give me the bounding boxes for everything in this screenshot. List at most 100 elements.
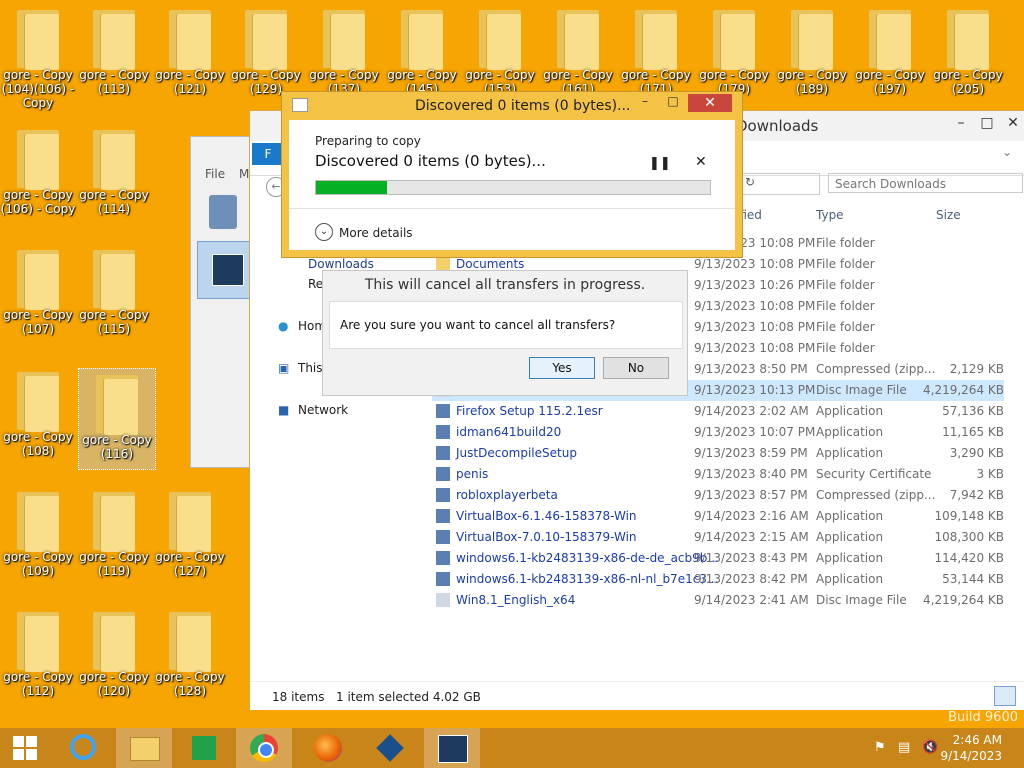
table-row[interactable]: VirtualBox-6.1.46-158378-Win 9/14/2023 2:…: [432, 506, 1004, 527]
flag-icon[interactable]: ⚑: [874, 740, 886, 755]
file-date: 9/13/2023 8:40 PM: [694, 467, 808, 481]
file-type: Application: [816, 404, 884, 418]
desktop-folder-icon[interactable]: gore - Copy (114): [76, 124, 152, 224]
table-row[interactable]: robloxplayerbeta 9/13/2023 8:57 PM Compres…: [432, 485, 1004, 506]
file-size: 4,219,264 KB: [923, 383, 1004, 397]
close-button[interactable]: ✕: [688, 94, 732, 112]
desktop-folder-icon[interactable]: gore - Copy (153): [462, 4, 538, 104]
desktop-folder-icon[interactable]: gore - Copy (197): [852, 4, 928, 104]
maximize-button[interactable]: □: [974, 115, 1000, 133]
desktop-folder-icon-selected[interactable]: gore - Copy (116): [78, 368, 156, 470]
folder-icon: [436, 257, 450, 271]
no-button[interactable]: No: [603, 357, 669, 379]
chevron-down-icon[interactable]: ⌄: [315, 223, 333, 241]
table-row[interactable]: Firefox Setup 115.2.1esr 9/14/2023 2:02 A…: [432, 401, 1004, 422]
column-type[interactable]: Type: [816, 208, 844, 222]
virtualbox-icon[interactable]: [362, 728, 418, 768]
desktop-folder-icon[interactable]: gore - Copy (104)(106) - Copy: [0, 4, 76, 110]
virtualbox-window[interactable]: File M: [190, 136, 253, 468]
nav-downloads[interactable]: Downloads: [308, 257, 374, 271]
nav-recent[interactable]: Re: [308, 277, 323, 291]
file-explorer-icon[interactable]: [116, 728, 172, 768]
desktop-folder-icon[interactable]: gore - Copy (109): [0, 486, 76, 586]
file-type: Application: [816, 425, 884, 439]
cancel-confirm-dialog[interactable]: This will cancel all transfers in progre…: [322, 270, 688, 396]
copy-dialog-titlebar[interactable]: Discovered 0 items (0 bytes)... – □ ✕: [282, 92, 742, 120]
maximize-button[interactable]: □: [662, 94, 684, 112]
tools-icon[interactable]: [209, 195, 237, 229]
confirm-title: This will cancel all transfers in progre…: [364, 277, 646, 293]
desktop-folder-icon[interactable]: gore - Copy (107): [0, 244, 76, 344]
cancel-icon[interactable]: ✕: [695, 154, 707, 170]
desktop-folder-icon[interactable]: gore - Copy (171): [618, 4, 694, 104]
close-button[interactable]: ✕: [1000, 115, 1024, 133]
minimize-button[interactable]: –: [948, 115, 974, 133]
file-size: 7,942 KB: [949, 488, 1004, 502]
table-row[interactable]: VirtualBox-7.0.10-158379-Win 9/14/2023 2:…: [432, 527, 1004, 548]
desktop-folder-icon[interactable]: gore - Copy (119): [76, 486, 152, 586]
vm-menu-m[interactable]: M: [239, 167, 249, 181]
file-tab[interactable]: F: [252, 143, 284, 165]
desktop-folder-icon[interactable]: gore - Copy (115): [76, 244, 152, 344]
column-size[interactable]: Size: [936, 208, 961, 222]
copy-dialog-title: Discovered 0 items (0 bytes)...: [415, 98, 631, 114]
ribbon-expand-icon[interactable]: ⌄: [1002, 145, 1012, 159]
desktop-folder-icon[interactable]: gore - Copy (189): [774, 4, 850, 104]
copy-dialog-body: Preparing to copy Discovered 0 items (0 …: [289, 120, 735, 250]
vm-list-item-selected[interactable]: [197, 241, 253, 299]
table-row[interactable]: JustDecompileSetup 9/13/2023 8:59 PM Appli…: [432, 443, 1004, 464]
file-icon: [436, 404, 450, 418]
store-icon[interactable]: [176, 728, 232, 768]
vm-menu-file[interactable]: File: [205, 167, 225, 181]
refresh-icon[interactable]: ↻: [745, 175, 755, 189]
windows81-vm-icon[interactable]: [424, 728, 480, 768]
progress-bar: [315, 180, 711, 195]
details-view-icon[interactable]: [994, 686, 1016, 706]
volume-muted-icon[interactable]: 🔇: [922, 740, 938, 755]
table-row[interactable]: Win8.1_English_x64 9/14/2023 2:41 AM Disc …: [432, 590, 1004, 611]
file-type: Security Certificate: [816, 467, 932, 481]
more-details-button[interactable]: More details: [339, 226, 413, 240]
desktop-folder-icon[interactable]: gore - Copy (113): [76, 4, 152, 104]
file-icon: [436, 467, 450, 481]
file-size: 2,129 KB: [949, 362, 1004, 376]
desktop-folder-icon[interactable]: gore - Copy (127): [152, 486, 228, 586]
table-row[interactable]: windows6.1-kb2483139-x86-de-de_acb9b... 9…: [432, 548, 1004, 569]
start-button[interactable]: [0, 728, 50, 768]
table-row[interactable]: penis 9/13/2023 8:40 PM Security Certifica…: [432, 464, 1004, 485]
desktop-folder-icon[interactable]: gore - Copy (112): [0, 606, 76, 706]
nav-this-pc[interactable]: This: [298, 361, 323, 375]
file-type: Compressed (zipp...: [816, 488, 936, 502]
yes-button[interactable]: Yes: [529, 357, 595, 379]
clock[interactable]: 2:46 AM 9/14/2023: [940, 732, 1002, 764]
clock-time: 2:46 AM: [952, 733, 1002, 747]
firefox-icon[interactable]: [300, 728, 356, 768]
confirm-body: Are you sure you want to cancel all tran…: [329, 301, 683, 349]
desktop-folder-icon[interactable]: gore - Copy (205): [930, 4, 1006, 104]
desktop-folder-icon[interactable]: gore - Copy (128): [152, 606, 228, 706]
desktop-folder-icon[interactable]: gore - Copy (120): [76, 606, 152, 706]
discovered-label: Discovered 0 items (0 bytes)...: [315, 152, 546, 170]
desktop-folder-icon[interactable]: gore - Copy (129): [228, 4, 304, 104]
desktop-folder-icon[interactable]: gore - Copy (161): [540, 4, 616, 104]
desktop-folder-icon[interactable]: gore - Copy (106) - Copy: [0, 124, 76, 224]
desktop-folder-icon[interactable]: gore - Copy (145): [384, 4, 460, 104]
internet-explorer-icon[interactable]: [56, 728, 112, 768]
table-row[interactable]: windows6.1-kb2483139-x86-nl-nl_b7e1c3...…: [432, 569, 1004, 590]
chrome-icon[interactable]: [236, 728, 292, 768]
desktop-folder-icon[interactable]: gore - Copy (121): [152, 4, 228, 104]
progress-fill: [316, 181, 387, 194]
file-type: Application: [816, 509, 884, 523]
file-icon: [436, 593, 450, 607]
desktop-folder-icon[interactable]: gore - Copy (179): [696, 4, 772, 104]
desktop-folder-icon[interactable]: gore - Copy (137): [306, 4, 382, 104]
copy-progress-dialog[interactable]: Discovered 0 items (0 bytes)... – □ ✕ Pr…: [281, 91, 743, 258]
minimize-button[interactable]: –: [634, 94, 656, 112]
file-date: 9/13/2023 8:57 PM: [694, 488, 808, 502]
desktop-folder-icon[interactable]: gore - Copy (108): [0, 366, 76, 466]
search-input[interactable]: Search Downloads: [828, 173, 1023, 193]
pause-icon[interactable]: ❚❚: [649, 156, 671, 171]
network-tray-icon[interactable]: ▤: [898, 740, 910, 755]
table-row[interactable]: idman641build20 9/13/2023 10:07 PM Applica…: [432, 422, 1004, 443]
nav-network[interactable]: Network: [298, 403, 348, 417]
